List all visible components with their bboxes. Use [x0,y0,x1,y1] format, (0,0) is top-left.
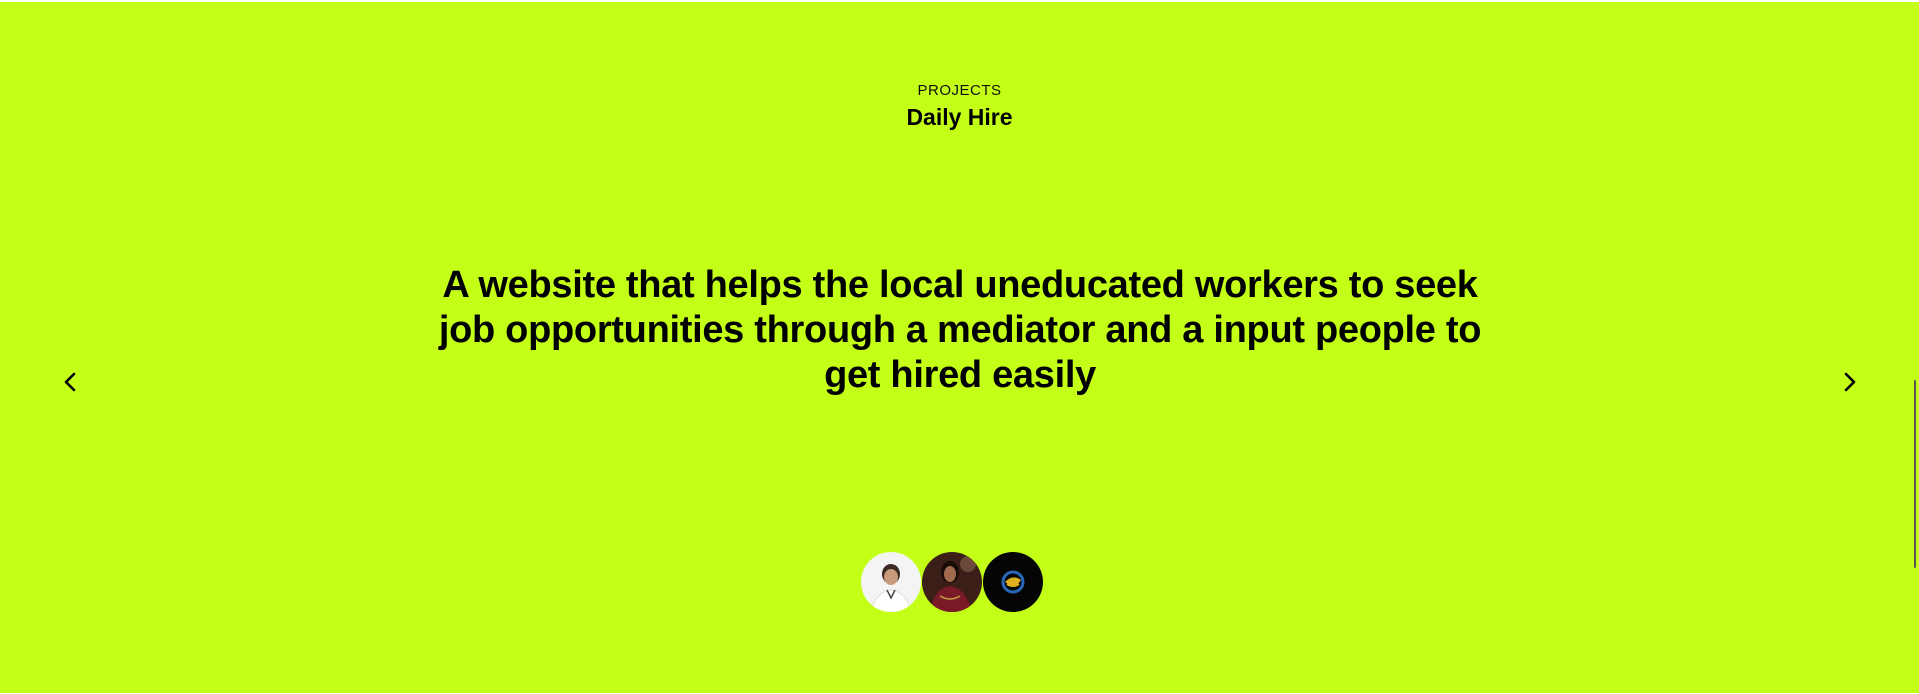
project-title: Daily Hire [906,104,1013,130]
section-eyebrow: PROJECTS [917,82,1002,99]
avatar-3[interactable] [983,552,1043,612]
team-avatars [861,552,1044,612]
avatar-1[interactable] [861,552,921,612]
chevron-left-icon [64,372,76,392]
chevron-right-icon [1844,372,1856,392]
carousel-next-button[interactable] [1836,368,1864,396]
avatar-2[interactable] [922,552,982,612]
page-scrollbar[interactable] [1914,380,1916,568]
carousel-prev-button[interactable] [56,368,84,396]
project-description: A website that helps the local uneducate… [438,264,1482,396]
page: PROJECTS Daily Hire A website that helps… [0,0,1919,694]
